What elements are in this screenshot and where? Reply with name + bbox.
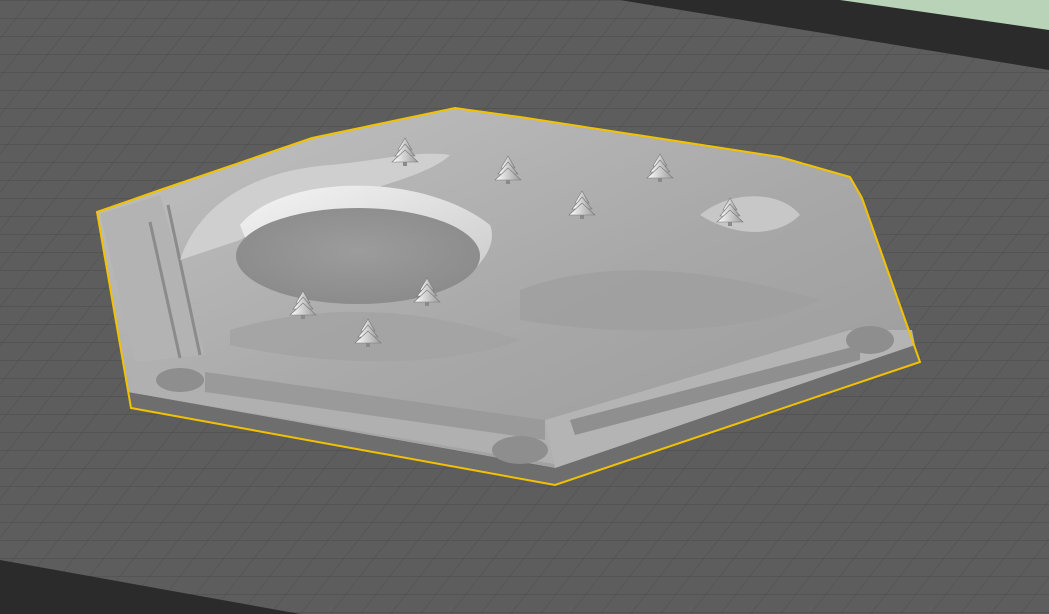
3d-viewport[interactable]: Ma	[0, 0, 1049, 614]
build-plate-scene[interactable]: Ma	[0, 0, 1049, 614]
crater-basin	[236, 208, 480, 304]
